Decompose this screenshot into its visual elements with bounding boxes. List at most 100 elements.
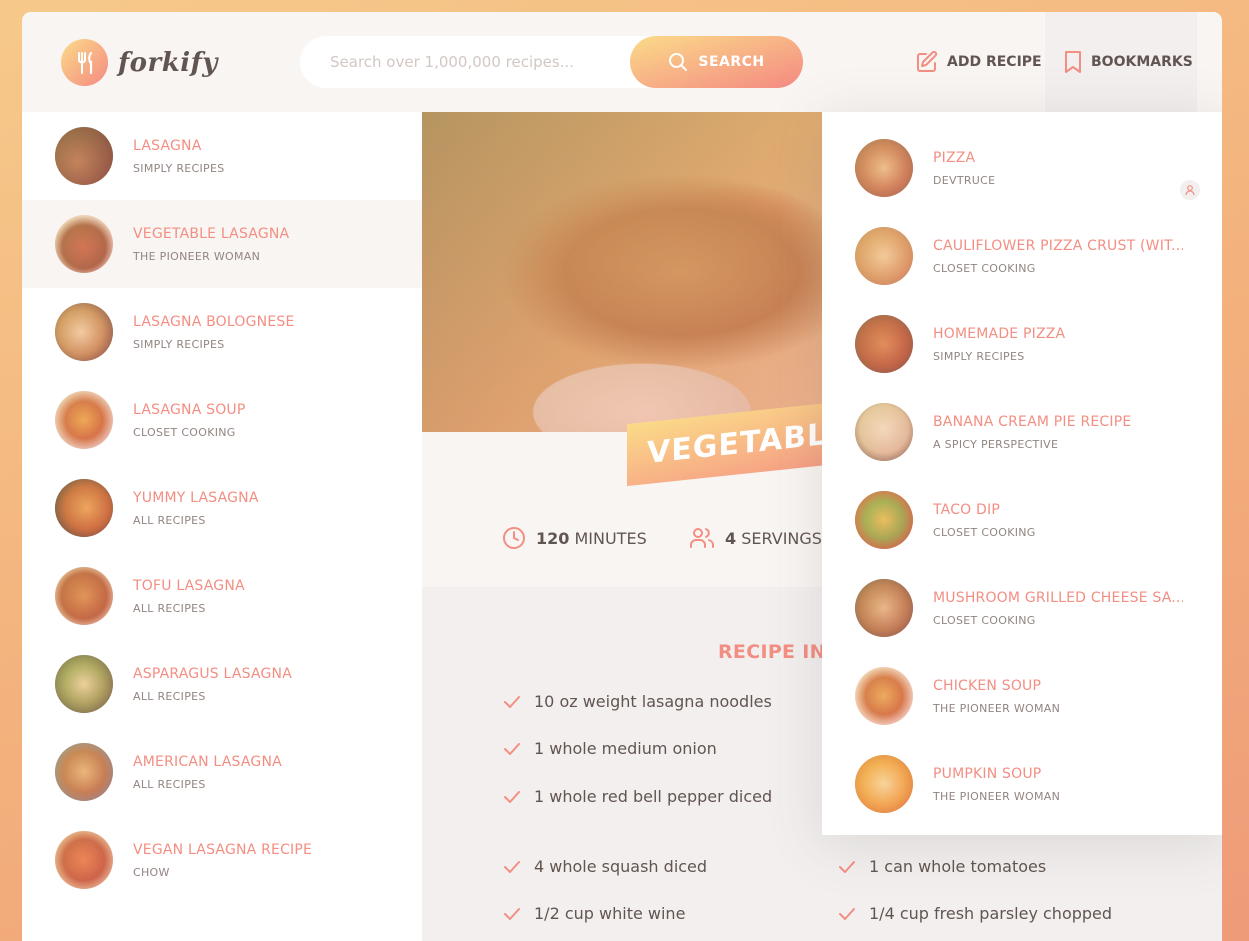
ingredient-text: 1 can whole tomatoes xyxy=(869,857,1047,876)
result-title: ASPARAGUS LASAGNA xyxy=(133,665,292,682)
result-item[interactable]: LASAGNA BOLOGNESE SIMPLY RECIPES xyxy=(22,288,422,376)
bookmark-publisher: A SPICY PERSPECTIVE xyxy=(933,437,1059,451)
recipe-thumbnail xyxy=(55,215,113,273)
header: forkify SEARCH ADD RECIPE BOOKM xyxy=(22,12,1222,112)
check-icon xyxy=(504,742,520,755)
bookmarks-dropdown: PIZZA DEVTRUCE CAULIFLOWER PIZZA CRUST (W… xyxy=(822,112,1222,835)
check-icon xyxy=(504,907,520,920)
ingredient-text: 1/4 cup fresh parsley chopped xyxy=(869,904,1113,923)
ingredient-text: 10 oz weight lasagna noodles xyxy=(534,692,772,711)
result-publisher: CLOSET COOKING xyxy=(133,425,236,439)
bookmark-title: PIZZA xyxy=(933,149,976,166)
search-results: LASAGNA SIMPLY RECIPES VEGETABLE LASAGNA T… xyxy=(22,112,422,941)
bookmark-title: TACO DIP xyxy=(933,501,1000,518)
bookmark-publisher: SIMPLY RECIPES xyxy=(933,349,1025,363)
result-item[interactable]: LASAGNA SOUP CLOSET COOKING xyxy=(22,376,422,464)
search-button[interactable]: SEARCH xyxy=(630,36,803,88)
ingredient-item: 4 whole squash diced xyxy=(504,857,707,876)
cooking-time-unit: MINUTES xyxy=(574,528,647,548)
bookmark-publisher: CLOSET COOKING xyxy=(933,261,1036,275)
recipe-thumbnail xyxy=(55,655,113,713)
bookmark-item[interactable]: TACO DIP CLOSET COOKING xyxy=(822,476,1222,564)
bookmark-item[interactable]: MUSHROOM GRILLED CHEESE SA... CLOSET COOK… xyxy=(822,564,1222,652)
servings-unit: SERVINGS xyxy=(741,528,822,548)
recipe-thumbnail xyxy=(855,579,913,637)
check-icon xyxy=(504,790,520,803)
cooking-time-value: 120 xyxy=(536,528,570,548)
result-title: VEGETABLE LASAGNA xyxy=(133,225,290,242)
ingredient-text: 4 whole squash diced xyxy=(534,857,708,876)
ingredient-text: 1 whole red bell pepper diced xyxy=(534,787,773,806)
result-item[interactable]: TOFU LASAGNA ALL RECIPES xyxy=(22,552,422,640)
bookmarks-button[interactable]: BOOKMARKS xyxy=(1045,12,1197,112)
result-title: YUMMY LASAGNA xyxy=(133,489,259,506)
result-item-active[interactable]: VEGETABLE LASAGNA THE PIONEER WOMAN xyxy=(22,200,422,288)
result-title: AMERICAN LASAGNA xyxy=(133,753,282,770)
bookmark-title: PUMPKIN SOUP xyxy=(933,765,1042,782)
ingredient-item: 1 whole red bell pepper diced xyxy=(504,787,772,806)
search-icon xyxy=(669,53,688,71)
result-publisher: ALL RECIPES xyxy=(133,777,206,791)
bookmark-item[interactable]: CHICKEN SOUP THE PIONEER WOMAN xyxy=(822,652,1222,740)
logo[interactable]: forkify xyxy=(61,39,218,86)
result-item[interactable]: AMERICAN LASAGNA ALL RECIPES xyxy=(22,728,422,816)
bookmark-title: CAULIFLOWER PIZZA CRUST (WIT... xyxy=(933,237,1183,254)
bookmark-icon xyxy=(1065,51,1081,73)
bookmark-item[interactable]: CAULIFLOWER PIZZA CRUST (WIT... CLOSET CO… xyxy=(822,212,1222,300)
edit-icon xyxy=(917,50,938,72)
bookmark-publisher: DEVTRUCE xyxy=(933,173,996,187)
recipe-thumbnail xyxy=(855,315,913,373)
recipe-thumbnail xyxy=(55,479,113,537)
recipe-thumbnail xyxy=(855,755,913,813)
result-title: VEGAN LASAGNA RECIPE xyxy=(133,841,313,858)
result-publisher: SIMPLY RECIPES xyxy=(133,337,225,351)
servings: 4 SERVINGS xyxy=(689,526,822,550)
bookmark-item[interactable]: BANANA CREAM PIE RECIPE A SPICY PERSPECTI… xyxy=(822,388,1222,476)
bookmark-publisher: CLOSET COOKING xyxy=(933,613,1036,627)
recipe-thumbnail xyxy=(55,567,113,625)
add-recipe-button[interactable]: ADD RECIPE xyxy=(915,12,1042,112)
bookmark-item[interactable]: PUMPKIN SOUP THE PIONEER WOMAN xyxy=(822,740,1222,828)
check-icon xyxy=(504,695,520,708)
bookmark-item[interactable]: PIZZA DEVTRUCE xyxy=(822,124,1222,212)
bookmark-title: MUSHROOM GRILLED CHEESE SA... xyxy=(933,589,1183,606)
check-icon xyxy=(504,860,520,873)
result-title: LASAGNA BOLOGNESE xyxy=(133,313,295,330)
recipe-thumbnail xyxy=(55,743,113,801)
ingredient-item: 1 whole medium onion xyxy=(504,739,717,758)
ingredient-text: 1 whole medium onion xyxy=(534,739,717,758)
recipe-thumbnail xyxy=(855,403,913,461)
search-form: SEARCH xyxy=(300,36,803,88)
result-item[interactable]: ASPARAGUS LASAGNA ALL RECIPES xyxy=(22,640,422,728)
check-icon xyxy=(839,907,855,920)
check-icon xyxy=(839,860,855,873)
bookmark-publisher: THE PIONEER WOMAN xyxy=(933,789,1061,803)
fork-knife-logo-icon xyxy=(61,39,108,86)
result-item[interactable]: LASAGNA SIMPLY RECIPES xyxy=(22,112,422,200)
result-publisher: SIMPLY RECIPES xyxy=(133,161,225,175)
result-item[interactable]: VEGAN LASAGNA RECIPE CHOW xyxy=(22,816,422,904)
bookmark-title: CHICKEN SOUP xyxy=(933,677,1042,694)
recipe-thumbnail xyxy=(855,491,913,549)
result-publisher: CHOW xyxy=(133,865,170,879)
recipe-thumbnail xyxy=(855,227,913,285)
ingredient-item: 1 can whole tomatoes xyxy=(839,857,1046,876)
logo-text: forkify xyxy=(118,47,218,78)
result-title: LASAGNA SOUP xyxy=(133,401,246,418)
bookmark-item[interactable]: HOMEMADE PIZZA SIMPLY RECIPES xyxy=(822,300,1222,388)
cooking-time: 120 MINUTES xyxy=(502,526,647,550)
recipe-thumbnail xyxy=(55,127,113,185)
result-publisher: THE PIONEER WOMAN xyxy=(133,249,261,263)
result-title: TOFU LASAGNA xyxy=(133,577,245,594)
servings-value: 4 xyxy=(725,528,737,548)
result-publisher: ALL RECIPES xyxy=(133,513,206,527)
bookmark-title: HOMEMADE PIZZA xyxy=(933,325,1066,342)
bookmark-publisher: CLOSET COOKING xyxy=(933,525,1036,539)
result-publisher: ALL RECIPES xyxy=(133,689,206,703)
result-item[interactable]: YUMMY LASAGNA ALL RECIPES xyxy=(22,464,422,552)
ingredient-item: 1/4 cup fresh parsley chopped xyxy=(839,904,1112,923)
users-icon xyxy=(690,528,714,548)
recipe-thumbnail xyxy=(55,831,113,889)
search-input[interactable] xyxy=(300,36,630,88)
clock-icon xyxy=(503,527,525,549)
